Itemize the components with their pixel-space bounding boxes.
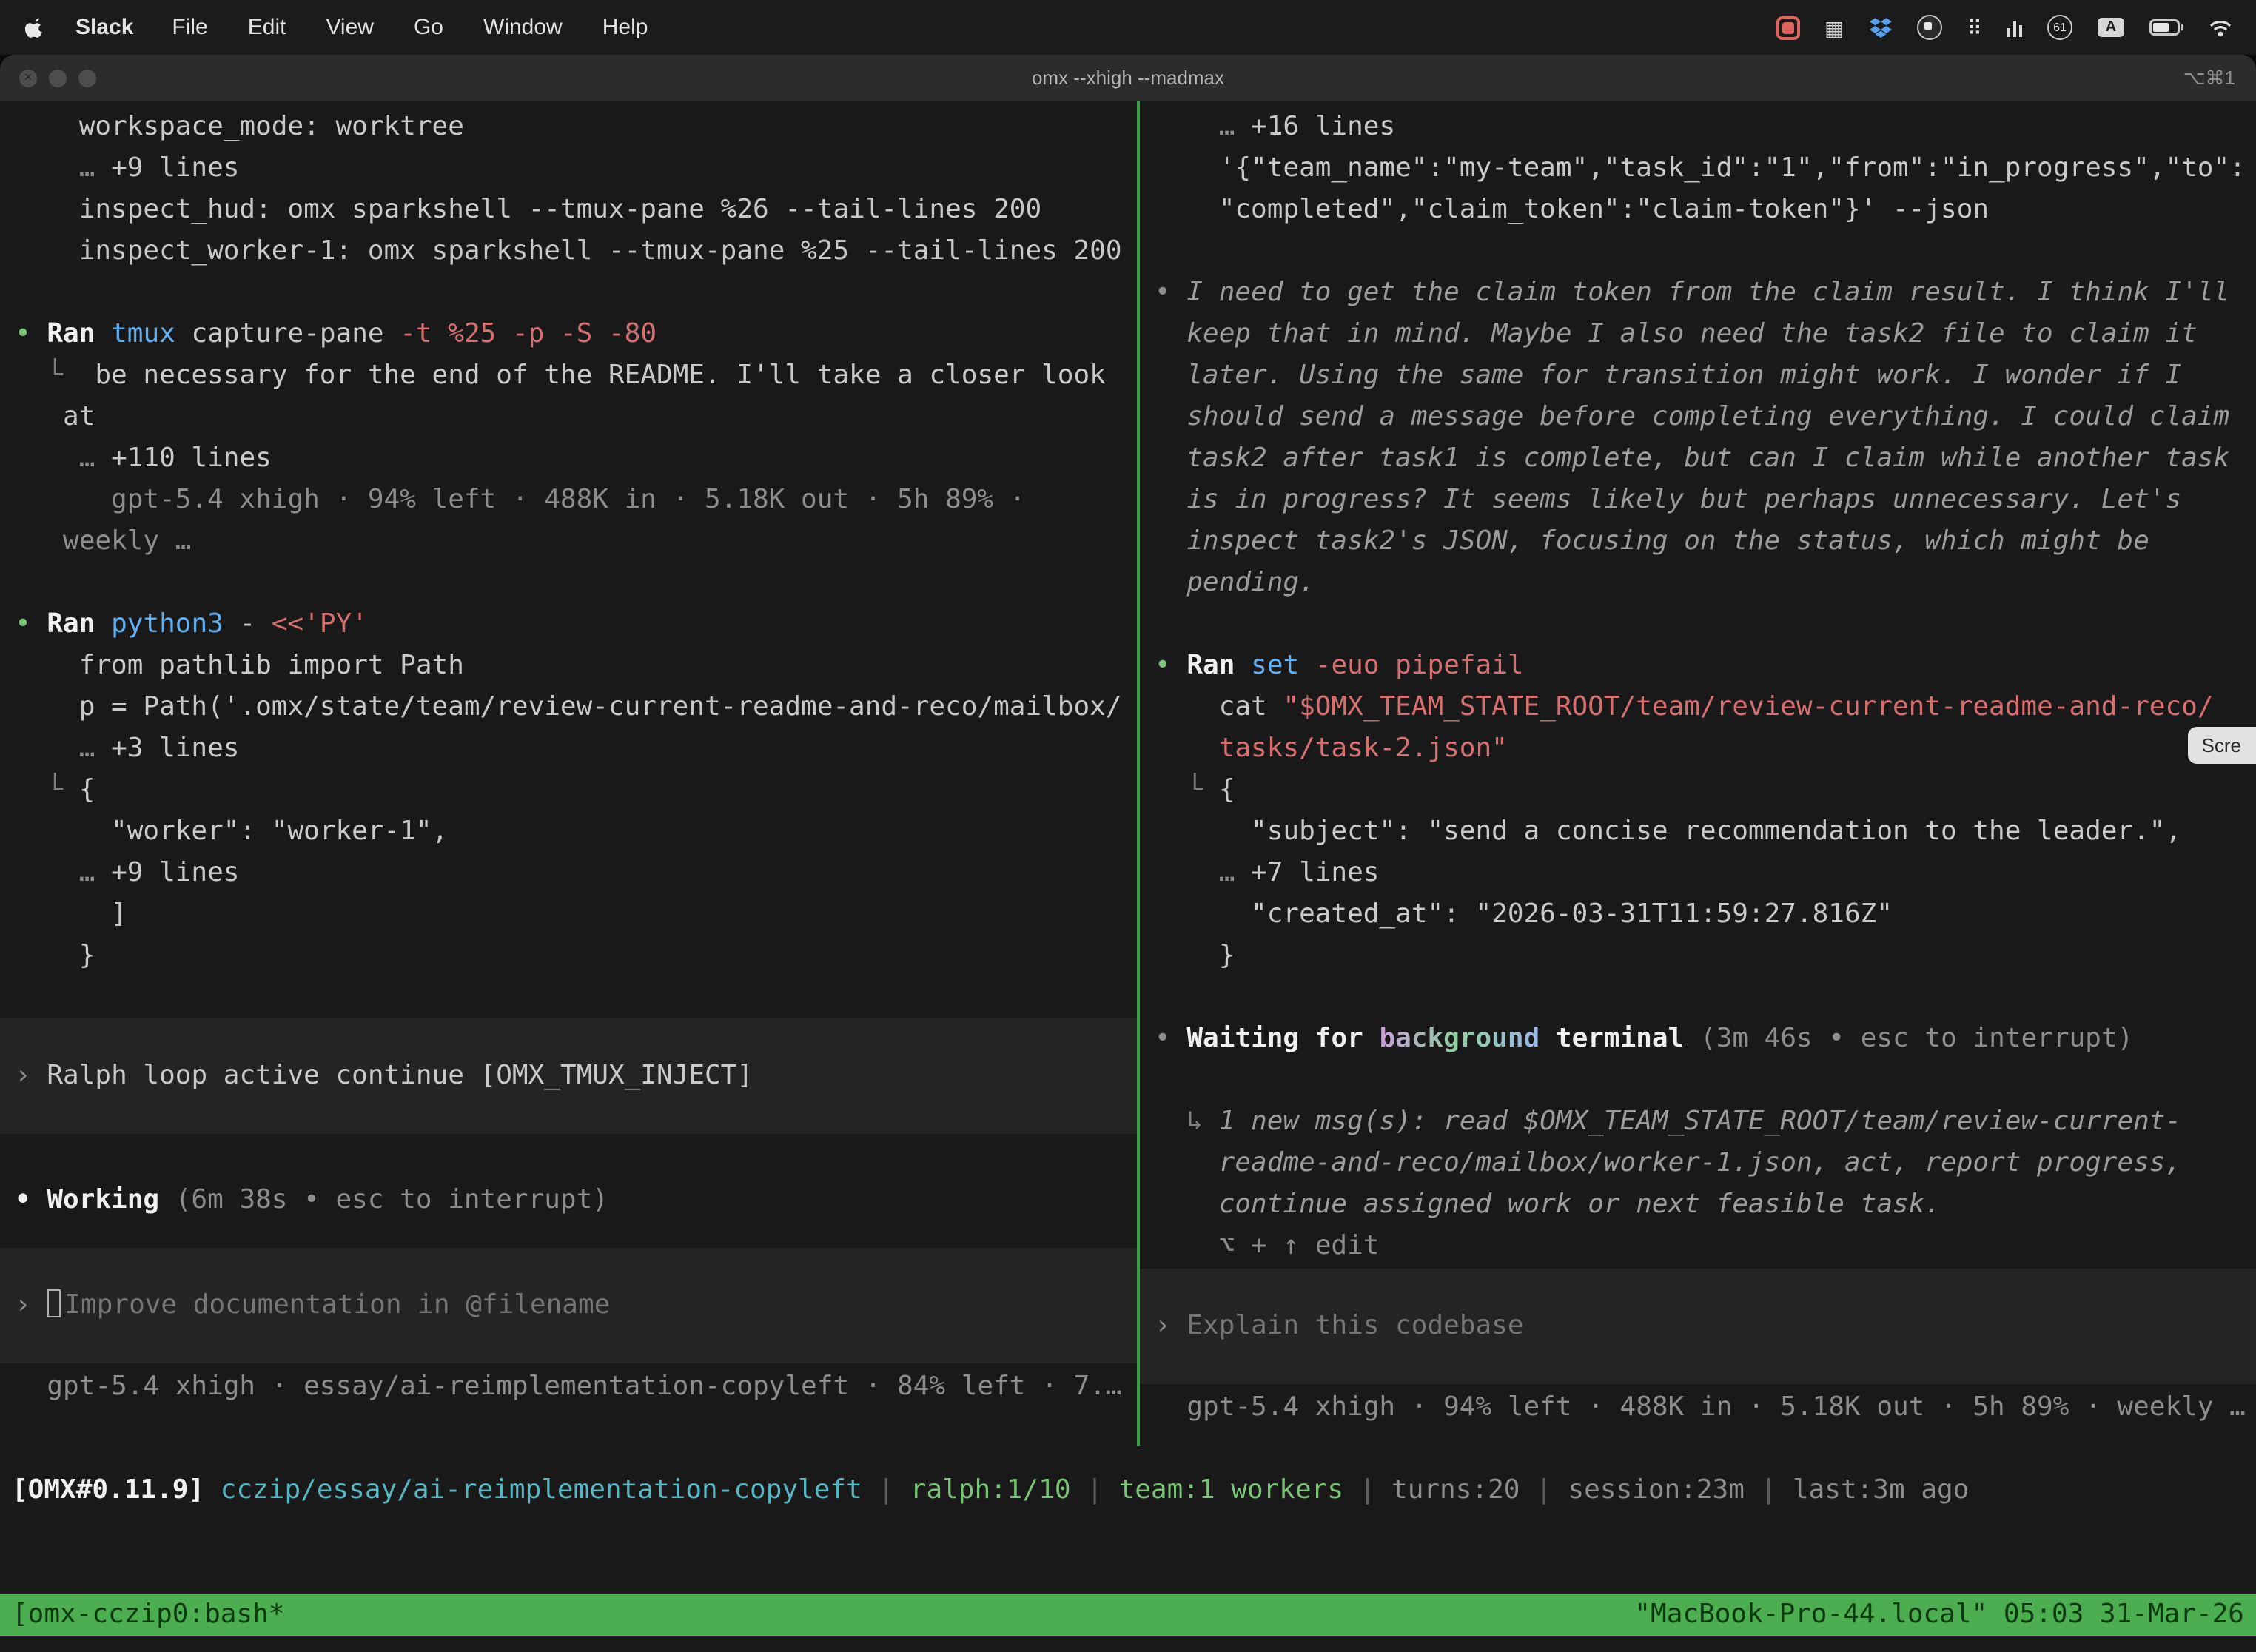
tmux-host-time: "MacBook-Pro-44.local" 05:03 31-Mar-26 — [1634, 1594, 2244, 1636]
terminal-line: cat "$OMX_TEAM_STATE_ROOT/team/review-cu… — [1140, 687, 2256, 728]
terminal-line: … +9 lines — [0, 148, 1137, 189]
terminal-line: } — [0, 936, 1137, 977]
terminal-line: should send a message before completing … — [1140, 397, 2256, 438]
terminal-line: later. Using the same for transition mig… — [1140, 355, 2256, 397]
terminal-line: at — [0, 397, 1137, 438]
terminal-line: … +16 lines — [1140, 107, 2256, 148]
terminal-line: inspect_worker-1: omx sparkshell --tmux-… — [0, 231, 1137, 272]
text-cursor — [47, 1289, 60, 1317]
wifi-icon[interactable] — [2209, 19, 2232, 36]
working-status: • Working (6m 38s • esc to interrupt) — [0, 1180, 1137, 1221]
terminal-line: └ { — [0, 770, 1137, 811]
terminal-line: └ { — [1140, 770, 2256, 811]
ralph-loop-status: › Ralph loop active continue [OMX_TMUX_I… — [0, 1018, 1137, 1134]
terminal-line: ] — [0, 894, 1137, 936]
terminal-line: "completed","claim_token":"claim-token"}… — [1140, 189, 2256, 231]
edit-hint: ⌥ + ↑ edit — [1140, 1226, 2256, 1267]
apple-menu-icon[interactable] — [24, 16, 46, 38]
menu-go[interactable]: Go — [414, 15, 443, 40]
terminal-line: • Ran set -euo pipefail — [1140, 645, 2256, 687]
waiting-status: • Waiting for background terminal (3m 46… — [1140, 1018, 2256, 1060]
tmux-pane-left[interactable]: workspace_mode: worktree … +9 lines insp… — [0, 101, 1137, 1446]
menu-bar: Slack File Edit View Go Window Help ▦ ⠿ … — [0, 0, 2256, 55]
terminal-line: gpt-5.4 xhigh · 94% left · 488K in · 5.1… — [0, 480, 1137, 521]
window-shortcut-hint: ⌥⌘1 — [2183, 66, 2235, 90]
window-titlebar[interactable]: × omx --xhigh --madmax ⌥⌘1 — [0, 55, 2256, 101]
close-button[interactable]: × — [19, 69, 37, 87]
terminal-line: from pathlib import Path — [0, 645, 1137, 687]
menu-window[interactable]: Window — [483, 15, 563, 40]
terminal-line: inspect_hud: omx sparkshell --tmux-pane … — [0, 189, 1137, 231]
tmux-status-bar: [omx-cczip0:bash* "MacBook-Pro-44.local"… — [0, 1594, 2256, 1636]
terminal-line: "subject": "send a concise recommendatio… — [1140, 811, 2256, 853]
tmux-session-name: [omx-cczip0:bash* — [12, 1594, 284, 1636]
tmux-pane-right[interactable]: … +16 lines '{"team_name":"my-team","tas… — [1140, 101, 2256, 1446]
terminal-line — [0, 563, 1137, 604]
screen-share-notification[interactable]: Scre — [2189, 727, 2256, 764]
terminal-line: pending. — [1140, 563, 2256, 604]
screen: Slack File Edit View Go Window Help ▦ ⠿ … — [0, 0, 2256, 1652]
terminal-line — [1140, 231, 2256, 272]
terminal-line: p = Path('.omx/state/team/review-current… — [0, 687, 1137, 728]
launchpad-dots-icon[interactable]: ⠿ — [1967, 17, 1982, 38]
omx-status-bar: [OMX#0.11.9] cczip/essay/ai-reimplementa… — [0, 1470, 2256, 1511]
menu-status-icons: ▦ ⠿ 61 A — [1776, 15, 2232, 40]
terminal-line: weekly … — [0, 521, 1137, 563]
menu-edit[interactable]: Edit — [248, 15, 286, 40]
terminal-line: tasks/task-2.json" — [1140, 728, 2256, 770]
composer-input[interactable]: › Explain this codebase — [1140, 1269, 2256, 1384]
minimize-button[interactable] — [49, 69, 67, 87]
window-controls: × — [19, 69, 96, 87]
battery-percent-icon[interactable]: 61 — [2047, 15, 2072, 40]
terminal-line: task2 after task1 is complete, but can I… — [1140, 438, 2256, 480]
terminal-line: is in progress? It seems likely but perh… — [1140, 480, 2256, 521]
composer-input[interactable]: › Improve documentation in @filename — [0, 1248, 1137, 1363]
battery-icon[interactable] — [2149, 19, 2183, 36]
terminal-line: workspace_mode: worktree — [0, 107, 1137, 148]
window-title: omx --xhigh --madmax — [0, 67, 2256, 89]
terminal-line: "worker": "worker-1", — [0, 811, 1137, 853]
menu-items: File Edit View Go Window Help — [172, 15, 648, 40]
terminal-line — [0, 272, 1137, 314]
terminal-line — [1140, 604, 2256, 645]
screen-recording-icon[interactable] — [1776, 16, 1799, 39]
dropbox-icon[interactable] — [1869, 17, 1891, 38]
input-source-icon[interactable]: A — [2098, 18, 2124, 37]
terminal-line: readme-and-reco/mailbox/worker-1.json, a… — [1140, 1143, 2256, 1184]
menu-app-name[interactable]: Slack — [75, 15, 133, 40]
terminal-line: … +110 lines — [0, 438, 1137, 480]
terminal-line: inspect task2's JSON, focusing on the st… — [1140, 521, 2256, 563]
terminal-line: • I need to get the claim token from the… — [1140, 272, 2256, 314]
terminal-line — [1140, 1060, 2256, 1101]
terminal-line: keep that in mind. Maybe I also need the… — [1140, 314, 2256, 355]
terminal-line: … +7 lines — [1140, 853, 2256, 894]
terminal-line: continue assigned work or next feasible … — [1140, 1184, 2256, 1226]
app-menu-icon[interactable] — [1916, 15, 1941, 40]
terminal-line: • Ran tmux capture-pane -t %25 -p -S -80 — [0, 314, 1137, 355]
terminal-line: "created_at": "2026-03-31T11:59:27.816Z" — [1140, 894, 2256, 936]
terminal-line: … +9 lines — [0, 853, 1137, 894]
terminal-line: '{"team_name":"my-team","task_id":"1","f… — [1140, 148, 2256, 189]
model-status-line: gpt-5.4 xhigh · 94% left · 488K in · 5.1… — [1140, 1387, 2256, 1428]
zoom-button[interactable] — [78, 69, 96, 87]
model-status-line: gpt-5.4 xhigh · essay/ai-reimplementatio… — [0, 1366, 1137, 1408]
terminal-line: └ be necessary for the end of the README… — [0, 355, 1137, 397]
terminal-window: × omx --xhigh --madmax ⌥⌘1 workspace_mod… — [0, 55, 2256, 1652]
keyboard-icon[interactable]: ▦ — [1824, 17, 1844, 38]
menu-file[interactable]: File — [172, 15, 207, 40]
terminal-line: • Ran python3 - <<'PY' — [0, 604, 1137, 645]
omx-status-line: [OMX#0.11.9] cczip/essay/ai-reimplementa… — [0, 1470, 2256, 1511]
terminal-line: } — [1140, 936, 2256, 977]
menu-help[interactable]: Help — [602, 15, 648, 40]
terminal-line: ↳ 1 new msg(s): read $OMX_TEAM_STATE_ROO… — [1140, 1101, 2256, 1143]
terminal-line — [1140, 977, 2256, 1018]
stats-icon[interactable] — [2007, 19, 2022, 36]
tmux-panes: workspace_mode: worktree … +9 lines insp… — [0, 101, 2256, 1446]
terminal-line: … +3 lines — [0, 728, 1137, 770]
menu-view[interactable]: View — [326, 15, 374, 40]
